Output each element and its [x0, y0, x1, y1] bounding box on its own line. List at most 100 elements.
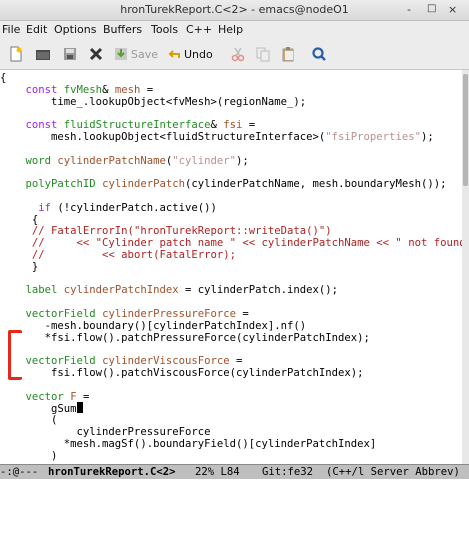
code-token: {: [0, 213, 39, 226]
cut-button[interactable]: [230, 45, 246, 63]
code-token: =: [76, 390, 90, 403]
modeline-buffer-name: hronTurekReport.C<2>: [48, 466, 176, 478]
red-bracket-annotation: [8, 330, 22, 380]
code-token: {: [0, 72, 7, 84]
undo-label: Undo: [184, 47, 213, 61]
vertical-scrollbar[interactable]: [462, 70, 469, 464]
code-token: const: [25, 119, 58, 132]
menu-help[interactable]: Help: [218, 23, 243, 36]
code-token: =: [236, 308, 249, 320]
code-line: {: [0, 214, 38, 226]
code-token: vectorField: [25, 308, 96, 320]
code-line: fsi.flow().patchViscousForce(cylinderPat…: [0, 367, 364, 379]
code-line: if (!cylinderPatch.active()): [0, 202, 217, 214]
menu-buffers[interactable]: Buffers: [103, 23, 142, 36]
paste-icon: [280, 46, 296, 62]
minibuffer[interactable]: [0, 479, 469, 484]
copy-button[interactable]: [255, 45, 271, 63]
code-token: vector: [25, 390, 64, 403]
undo-button[interactable]: Undo: [166, 45, 213, 63]
code-token: // << abort(FatalError);: [31, 249, 236, 261]
code-line: ): [0, 450, 57, 462]
code-token: =: [242, 119, 256, 132]
cut-icon: [230, 46, 246, 62]
code-line: *mesh.magSf().boundaryField()[cylinderPa…: [0, 437, 377, 450]
code-line: (: [0, 414, 57, 426]
close-buffer-button[interactable]: [88, 45, 104, 63]
save-icon: [113, 46, 129, 62]
mode-line: -:@--- hronTurekReport.C<2> 22% L84 Git:…: [0, 464, 469, 479]
toolbar: Save Undo: [0, 39, 469, 70]
new-file-button[interactable]: [8, 45, 24, 63]
code-line: word cylinderPatchName("cylinder");: [0, 155, 249, 167]
code-token: fsi.flow().patchViscousForce(cylinderPat…: [0, 367, 364, 379]
menu-cpp[interactable]: C++: [186, 23, 212, 36]
code-line: vectorField cylinderPressureForce =: [0, 308, 249, 320]
code-token: *fsi.flow().patchPressureForce(cylinderP…: [0, 331, 370, 344]
code-token: fsi: [223, 119, 243, 132]
code-token: = cylinderPatch.index();: [178, 284, 339, 297]
code-token: cylinderViscousForce: [102, 355, 230, 368]
code-token: mesh: [114, 83, 141, 96]
code-token: fluidStructureInterface: [63, 119, 211, 132]
code-token: cylinderPatchIndex: [63, 284, 179, 297]
code-token: -mesh.boundary()[cylinderPatchIndex].nf(…: [0, 319, 307, 332]
new-file-icon: [8, 46, 24, 62]
close-x-icon: [88, 46, 104, 62]
save-disk-button[interactable]: [62, 45, 78, 63]
menu-bar: File Edit Options Buffers Tools C++ Help: [0, 21, 469, 39]
code-token: &: [102, 83, 115, 96]
menu-file[interactable]: File: [2, 23, 20, 36]
copy-icon: [255, 46, 271, 62]
modeline-vcs: Git:fe32: [262, 466, 314, 478]
code-token: fvMesh: [63, 83, 103, 96]
code-token: const: [25, 83, 58, 96]
code-line: const fluidStructureInterface& fsi =: [0, 119, 256, 132]
code-token: vectorField: [25, 355, 96, 368]
code-token: label: [25, 284, 58, 297]
maximize-button[interactable]: □: [427, 3, 436, 14]
code-line: time_.lookupObject<fvMesh>(regionName_);: [0, 96, 306, 108]
close-button[interactable]: ×: [448, 3, 457, 16]
code-token: =: [140, 83, 154, 96]
code-token: );: [236, 154, 249, 167]
code-line: // << "Cylinder patch name " << cylinder…: [0, 237, 462, 249]
minimize-button[interactable]: -: [407, 3, 411, 16]
scrollbar-thumb[interactable]: [463, 74, 468, 186]
undo-icon: [166, 46, 182, 62]
search-button[interactable]: [311, 45, 327, 63]
code-line: *fsi.flow().patchPressureForce(cylinderP…: [0, 332, 370, 344]
code-token: polyPatchID: [25, 178, 96, 191]
code-token: "cylinder": [172, 154, 237, 167]
code-token: (!cylinderPatch.active()): [51, 201, 217, 214]
code-line: const fvMesh& mesh =: [0, 83, 154, 96]
code-token: ): [0, 449, 58, 462]
paste-button[interactable]: [280, 45, 296, 63]
code-line: {: [0, 72, 6, 84]
code-line: vector F =: [0, 390, 90, 403]
open-folder-button[interactable]: [35, 45, 51, 63]
code-token: "fsiProperties": [325, 131, 421, 143]
text-cursor: [76, 402, 83, 414]
code-line: // << abort(FatalError);: [0, 249, 236, 261]
menu-tools[interactable]: Tools: [151, 23, 178, 36]
code-line: }: [0, 261, 38, 273]
save-label: Save: [131, 47, 159, 61]
code-editor[interactable]: { const fvMesh& mesh = time_.lookupObjec…: [0, 70, 462, 464]
code-token: cylinderPressureForce: [102, 308, 237, 320]
code-token: mesh.lookupObject<fluidStructureInterfac…: [0, 131, 326, 143]
title-bar: hronTurekReport.C<2> - emacs@nodeO1 - □ …: [0, 0, 469, 21]
code-token: time_.lookupObject<fvMesh>(regionName_);: [0, 95, 307, 108]
code-token: // FatalErrorIn("hronTurekReport::writeD…: [31, 225, 332, 238]
save-button[interactable]: Save: [113, 45, 158, 63]
menu-options[interactable]: Options: [54, 23, 96, 36]
code-token: *mesh.magSf().boundaryField()[cylinderPa…: [0, 437, 377, 450]
window-title: hronTurekReport.C<2> - emacs@nodeO1: [120, 3, 349, 16]
code-token: cylinderPatchName: [57, 154, 166, 167]
menu-edit[interactable]: Edit: [26, 23, 47, 36]
